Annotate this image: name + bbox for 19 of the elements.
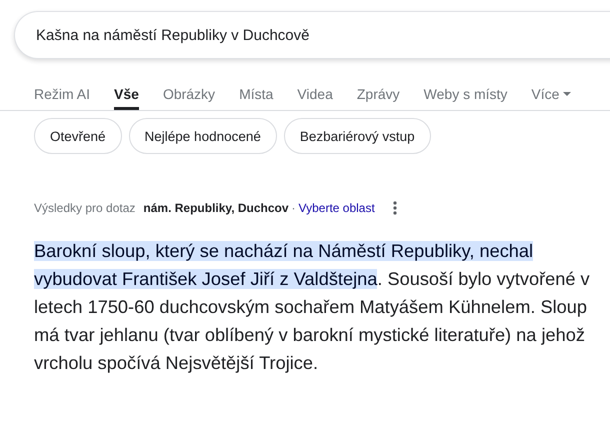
separator: · [292, 201, 296, 215]
tab[interactable]: Více [531, 81, 572, 110]
results-label: Výsledky pro dotaz [34, 201, 136, 215]
tab[interactable]: Vše [114, 81, 139, 110]
snippet-text: Barokní sloup, který se nachází na Náměstí Republiky, nechal vybudovat František Josef Jiří z Valdštejna. Sousoší bylo vytvořené v letech 1750-60 duchcovským sochařem Matyášem Kühnelem. Sloup má tvar jehlanu (tvar oblíbený v barokní mystické literatuře) na jehož vrcholu spočívá Nejsvětější Trojice. [34, 240, 591, 375]
filter-chip[interactable]: Bezbariérový vstup [284, 118, 431, 154]
search-field[interactable]: Kašna na náměstí Republiky v Duchcově [14, 11, 610, 59]
tab[interactable]: Obrázky [162, 81, 216, 110]
tab[interactable]: Videa [297, 81, 333, 110]
caret-icon [563, 92, 572, 96]
filter-chip[interactable]: Nejlépe hodnocené [128, 118, 277, 154]
tab[interactable]: Weby s místy [424, 81, 508, 110]
more-options-icon[interactable] [392, 201, 397, 215]
tab[interactable]: Zprávy [356, 81, 400, 110]
choose-area-link[interactable]: Vyberte oblast [298, 201, 375, 215]
tab[interactable]: Místa [239, 81, 274, 110]
filter-chip[interactable]: Otevřené [34, 118, 122, 154]
tab[interactable]: Režim AI [34, 81, 90, 110]
location-name: nám. Republiky, Duchcov [143, 201, 289, 215]
